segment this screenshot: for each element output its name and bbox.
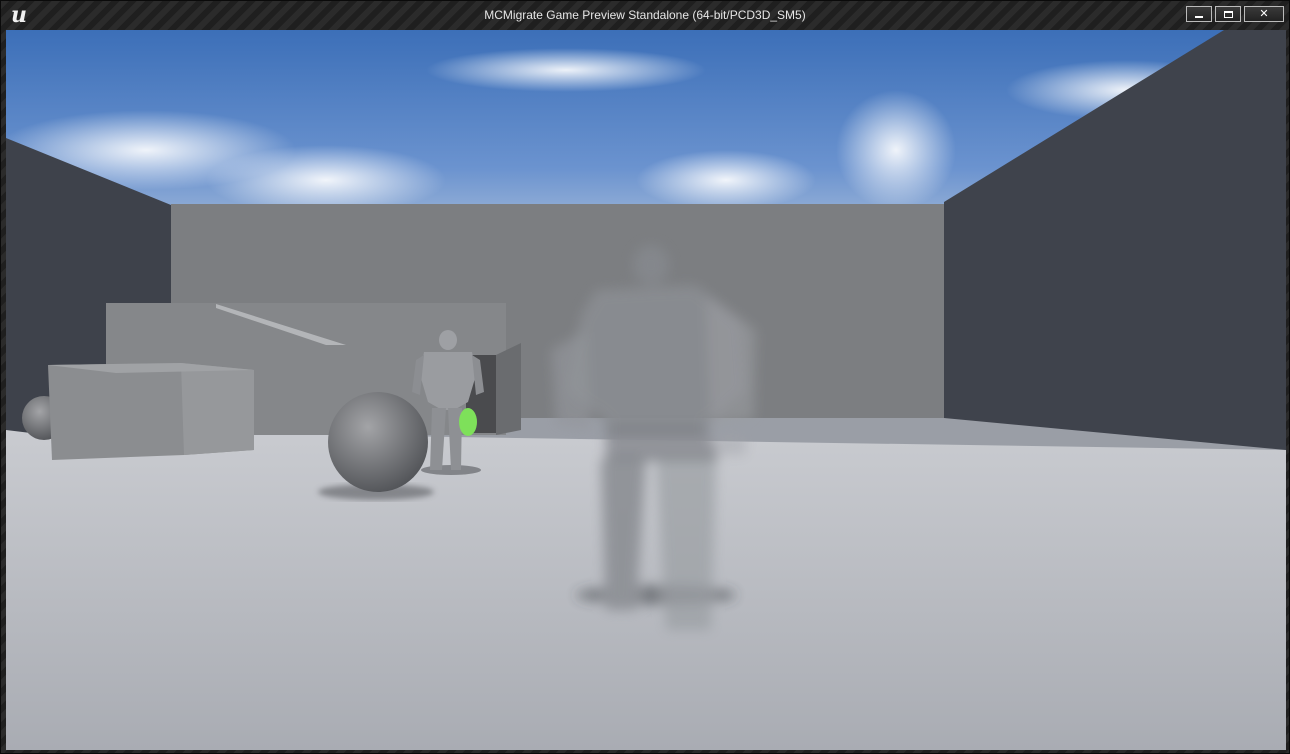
game-viewport[interactable] bbox=[6, 30, 1286, 750]
minimize-icon bbox=[1195, 16, 1203, 18]
large-sphere bbox=[328, 392, 428, 492]
door-frame bbox=[496, 343, 521, 435]
maximize-button[interactable] bbox=[1215, 6, 1241, 22]
green-orb bbox=[459, 408, 477, 436]
game-scene bbox=[6, 30, 1286, 750]
game-preview-window: u MCMigrate Game Preview Standalone (64-… bbox=[0, 0, 1290, 754]
window-title: MCMigrate Game Preview Standalone (64-bi… bbox=[484, 8, 806, 22]
window-controls: ✕ bbox=[1186, 6, 1284, 22]
close-icon: ✕ bbox=[1259, 8, 1269, 20]
unreal-engine-logo-icon: u bbox=[11, 2, 27, 28]
minimize-button[interactable] bbox=[1186, 6, 1212, 22]
maximize-icon bbox=[1223, 10, 1233, 18]
title-bar[interactable]: u MCMigrate Game Preview Standalone (64-… bbox=[1, 1, 1289, 29]
close-button[interactable]: ✕ bbox=[1244, 6, 1284, 22]
